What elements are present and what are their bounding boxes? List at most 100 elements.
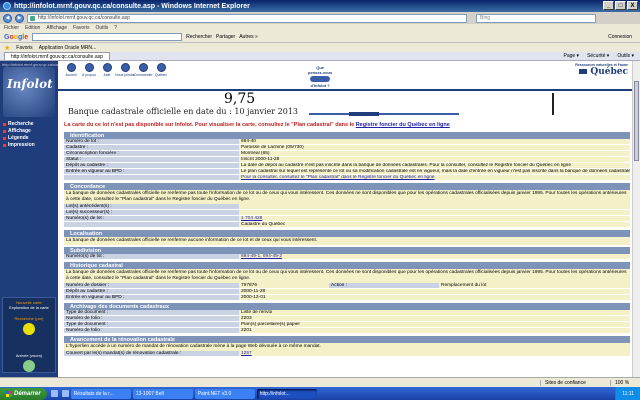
help-icon <box>102 63 112 72</box>
banner-vline <box>552 93 554 115</box>
url-input[interactable]: http://infolot.mrnf.gouv.qc.ca/consulte.… <box>27 13 467 23</box>
taskbar: Démarrer Résultats de la r... 13-1007 Be… <box>0 387 640 400</box>
window-titlebar: http://infolot.mrnf.gouv.qc.ca/consulte.… <box>0 0 640 12</box>
windows-logo-icon <box>6 390 12 397</box>
favorites-star-icon[interactable]: ★ <box>4 44 10 52</box>
google-search-input[interactable] <box>32 33 183 41</box>
section-historique: Historique cadastral <box>64 262 630 269</box>
table-row: Numéro de folio :2201 <box>64 328 630 334</box>
address-bar: ◀ ▶ http://infolot.mrnf.gouv.qc.ca/consu… <box>0 12 640 24</box>
about-button[interactable]: À propos <box>82 63 96 77</box>
sidebar-nav: Recherche Affichage Légende Impression <box>3 121 35 148</box>
map-unavailable-notice: La carte du ce lot n'est pas disponible … <box>64 122 450 128</box>
start-button[interactable]: Démarrer <box>0 387 47 400</box>
page-menu[interactable]: Page ▾ <box>563 53 579 59</box>
task-paintnet[interactable]: Paint.NET v3.0 <box>194 388 255 399</box>
lot-details: Identification Numéro de lot :694-40 Cad… <box>64 130 630 357</box>
command-bar: Page ▾ Sécurité ▾ Outils ▾ <box>563 53 640 59</box>
close-button[interactable]: X <box>627 1 638 10</box>
vertical-scrollbar[interactable] <box>632 61 640 377</box>
menu-favoris[interactable]: Favoris <box>73 25 89 31</box>
logo-text: Infolot <box>7 77 53 91</box>
page-viewport: http://infolot.mrnf.gouv.qc.ca/consulte.… <box>0 61 632 377</box>
task-infolot[interactable]: http://infolot... <box>256 388 317 399</box>
status-bar: Sites de confiance 100 % <box>0 377 640 387</box>
map-tools-box: Nouvelle carte Exploration de la carte R… <box>2 297 56 373</box>
menu-affichage[interactable]: Affichage <box>46 25 67 31</box>
system-tray: 11:11 <box>615 387 640 400</box>
menu-help[interactable]: ? <box>114 25 117 31</box>
google-search-button[interactable]: Rechercher <box>186 34 212 40</box>
table-row: Entrée en vigueur au BPD :2000-12-01 <box>64 295 630 301</box>
historique-note: La banque de données cadastrales officie… <box>64 269 630 283</box>
contact-button[interactable]: Nous joindre <box>115 63 135 77</box>
scrollbar-thumb[interactable] <box>634 81 639 161</box>
search-input[interactable]: Bing <box>476 13 596 23</box>
menu-bar: Fichier Edition Affichage Favoris Outils… <box>0 24 640 32</box>
info-icon <box>84 63 94 72</box>
localisation-note: La banque de données cadastrales officie… <box>64 237 630 245</box>
sidebar-item-affichage[interactable]: Affichage <box>3 128 35 134</box>
task-bell[interactable]: 13-1007 Bell <box>132 388 193 399</box>
zoom-mode-label: Arrivée (zoom) <box>15 353 43 358</box>
favorite-item[interactable]: Application Oracle MRN... <box>39 45 97 51</box>
quebec-government-logo: Ressources naturelles et Faune Québec <box>575 63 628 77</box>
quebec-button[interactable]: Québec <box>154 63 168 77</box>
home-icon <box>66 63 76 72</box>
sidebar-item-recherche[interactable]: Recherche <box>3 121 35 127</box>
minimize-button[interactable]: _ <box>603 1 614 10</box>
table-row: Couvert par le(s) mandat(s) de rénovatio… <box>64 351 630 357</box>
quicklaunch-icon[interactable] <box>50 390 58 397</box>
subdivision-link[interactable]: 694-49-1, 694-49-2 <box>239 254 630 260</box>
zoom-mode-icon[interactable] <box>23 360 35 372</box>
menu-fichier[interactable]: Fichier <box>4 25 19 31</box>
google-share-button[interactable]: Partager <box>216 34 235 40</box>
sidebar-item-impression[interactable]: Impression <box>3 142 35 148</box>
main-content: Accueil À propos Aide Nous joindre Comma… <box>58 61 632 377</box>
mandate-link[interactable]: 1257 <box>239 351 630 357</box>
feedback-link[interactable]: Que pensez-vous d'Infolot ? <box>308 65 332 88</box>
flag-icon <box>156 63 166 72</box>
banner: 9,75 Banque cadastrale officielle en dat… <box>64 91 630 119</box>
google-more-button[interactable]: Autres » <box>239 34 258 40</box>
quebec-flag-icon <box>578 68 589 75</box>
google-toolbar: Google Rechercher Partager Autres » Conn… <box>0 32 640 43</box>
menu-outils[interactable]: Outils <box>95 25 108 31</box>
favorites-bar: ★ Favoris Application Oracle MRN... <box>0 43 640 52</box>
registre-link-2[interactable]: Pour la consulter, consultez le "Plan ca… <box>239 175 630 181</box>
task-search-results[interactable]: Résultats de la r... <box>70 388 131 399</box>
explore-map-label: Exploration de la carte <box>9 305 49 310</box>
sidebar-item-legende[interactable]: Légende <box>3 135 35 141</box>
search-mode-icon[interactable] <box>23 323 35 335</box>
table-row: Numéro(s) de lot :694-49-1, 694-49-2 <box>64 254 630 260</box>
maximize-button[interactable]: □ <box>615 1 626 10</box>
menu-edition[interactable]: Edition <box>25 25 40 31</box>
tray-clock[interactable]: 11:11 <box>622 391 634 397</box>
tab-infolot[interactable]: http://infolot.mrnf.gouv.qc.ca/consulte.… <box>4 52 110 60</box>
infolot-logo[interactable]: Infolot <box>3 67 55 117</box>
banner-bar-segment <box>349 112 379 116</box>
quebec-wordmark: Québec <box>590 67 628 77</box>
back-icon[interactable]: ◀ <box>3 13 12 23</box>
search-mode-label: Recherche (par) <box>14 316 44 321</box>
window-title: http://infolot.mrnf.gouv.qc.ca/consulte.… <box>14 2 250 10</box>
google-logo: Google <box>4 33 29 41</box>
concordance-note: La banque de données cadastrales officie… <box>64 190 630 204</box>
safety-menu[interactable]: Sécurité ▾ <box>587 53 609 59</box>
home-button[interactable]: Accueil <box>64 63 78 77</box>
order-button[interactable]: Commander <box>133 63 153 77</box>
google-login-link[interactable]: Connexion <box>608 34 640 40</box>
quicklaunch-icon-2[interactable] <box>61 390 69 397</box>
mail-icon <box>120 63 130 72</box>
registre-link[interactable]: Registre foncier du Québec en ligne <box>356 122 450 128</box>
forward-icon[interactable]: ▶ <box>15 13 24 23</box>
section-subdivision: Subdivision <box>64 247 630 254</box>
window-controls: _ □ X <box>603 1 638 10</box>
banner-title: Banque cadastrale officielle en date du … <box>68 107 298 116</box>
tools-menu[interactable]: Outils ▾ <box>617 53 634 59</box>
help-button[interactable]: Aide <box>100 63 114 77</box>
table-row: Pour la consulter, consultez le "Plan ca… <box>64 175 630 181</box>
zoom-level[interactable]: 100 % <box>610 379 640 386</box>
renovation-note: L'hyperlien accède à un numéro de mandat… <box>64 343 630 351</box>
favorites-button[interactable]: Favoris <box>16 45 32 51</box>
